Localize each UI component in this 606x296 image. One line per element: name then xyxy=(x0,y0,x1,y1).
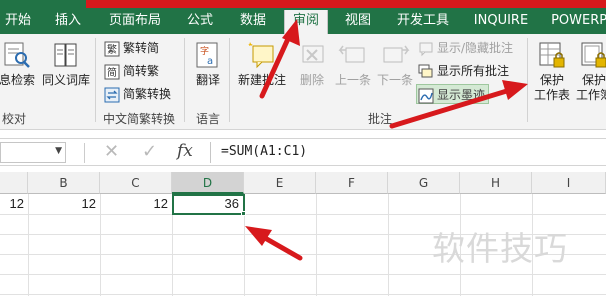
tab-developer[interactable]: 开发工具 xyxy=(392,10,454,34)
conversion-label: 简繁转换 xyxy=(123,87,172,101)
show-hide-comment-label: 显示/隐藏批注 xyxy=(437,41,514,55)
ribbon-tab-bar: 开始 插入 页面布局 公式 数据 审阅 视图 开发工具 INQUIRE POWE… xyxy=(0,0,606,34)
show-ink-button[interactable]: 显示墨迹 xyxy=(416,84,490,104)
ribbon-review: 息检索 同义词库 校对 繁 繁转简 简 简转繁 简繁转换 中文简繁转换 字 a … xyxy=(0,34,606,130)
translate-button[interactable]: 字 a 翻译 xyxy=(190,40,226,88)
previous-comment-icon xyxy=(338,45,365,63)
cell-a1[interactable]: 12 xyxy=(0,194,28,214)
next-comment-icon xyxy=(383,45,410,63)
protect-workbook-button[interactable]: 保护 工作簿 xyxy=(574,40,606,103)
research-icon xyxy=(4,42,30,68)
show-ink-label: 显示墨迹 xyxy=(437,88,486,102)
group-divider xyxy=(184,38,185,122)
column-header-i[interactable]: I xyxy=(532,172,606,194)
delete-comment-button[interactable]: 删除 xyxy=(294,40,330,88)
protect-sheet-icon xyxy=(539,42,565,68)
translate-icon: 字 a xyxy=(196,42,218,68)
show-all-comments-icon xyxy=(418,64,433,77)
protect-sheet-label-line1: 保护 xyxy=(539,73,564,87)
protect-sheet-button[interactable]: 保护 工作表 xyxy=(532,40,572,103)
previous-comment-label: 上一条 xyxy=(334,73,371,87)
column-header-a[interactable] xyxy=(0,172,28,194)
traditional-to-simplified-button[interactable]: 繁 繁转简 xyxy=(104,38,159,58)
thesaurus-button[interactable]: 同义词库 xyxy=(40,40,92,88)
research-button[interactable]: 息检索 xyxy=(0,40,40,88)
grid-line xyxy=(0,274,606,275)
confirm-icon[interactable]: ✓ xyxy=(142,141,157,162)
red-highlight-band xyxy=(86,0,606,8)
column-header-f[interactable]: F xyxy=(316,172,388,194)
svg-text:a: a xyxy=(207,56,213,67)
column-header-b[interactable]: B xyxy=(28,172,100,194)
formula-input[interactable]: =SUM(A1:C1) xyxy=(210,142,606,163)
tab-formulas[interactable]: 公式 xyxy=(180,10,220,34)
tab-page-layout[interactable]: 页面布局 xyxy=(102,10,168,34)
tab-data[interactable]: 数据 xyxy=(232,10,274,34)
protect-workbook-label-line2: 工作簿 xyxy=(575,88,606,102)
research-label: 息检索 xyxy=(0,73,35,87)
protect-workbook-label-line1: 保护 xyxy=(581,73,606,87)
tab-review[interactable]: 审阅 xyxy=(284,10,328,34)
grid-line xyxy=(316,194,317,296)
group-divider xyxy=(95,38,96,122)
tab-inquire[interactable]: INQUIRE xyxy=(470,10,532,34)
delete-comment-label: 删除 xyxy=(299,73,324,87)
show-ink-icon xyxy=(418,88,434,103)
cell-c1[interactable]: 12 xyxy=(100,194,172,214)
thesaurus-icon xyxy=(54,43,77,67)
show-all-comments-label: 显示所有批注 xyxy=(437,64,510,78)
protect-sheet-label-line2: 工作表 xyxy=(533,88,570,102)
column-header-c[interactable]: C xyxy=(100,172,172,194)
grid-line xyxy=(0,294,606,295)
svg-text:简: 简 xyxy=(107,66,117,79)
trad-to-simp-label: 繁转简 xyxy=(123,41,160,55)
group-divider xyxy=(527,38,528,122)
group-label-chinese: 中文简繁转换 xyxy=(102,112,175,126)
fill-handle[interactable] xyxy=(241,211,246,216)
formula-bar-divider xyxy=(84,143,85,163)
trad-to-simp-icon: 繁 xyxy=(104,41,120,56)
delete-comment-icon xyxy=(302,45,324,63)
grid-line xyxy=(388,194,389,296)
column-header-h[interactable]: H xyxy=(460,172,532,194)
group-label-language: 语言 xyxy=(195,112,220,126)
show-hide-comment-button[interactable]: 显示/隐藏批注 xyxy=(418,38,513,58)
cell-b1[interactable]: 12 xyxy=(28,194,100,214)
group-label-proofing: 校对 xyxy=(1,112,26,126)
cancel-icon[interactable]: ✕ xyxy=(104,141,119,162)
next-comment-label: 下一条 xyxy=(376,73,413,87)
tab-home[interactable]: 开始 xyxy=(0,10,36,34)
previous-comment-button[interactable]: 上一条 xyxy=(332,40,374,88)
watermark-text: 软件技巧 xyxy=(432,229,568,268)
translate-label: 翻译 xyxy=(195,73,220,87)
protect-workbook-icon xyxy=(581,42,606,68)
chevron-down-icon[interactable]: ▼ xyxy=(55,146,62,156)
name-box[interactable]: ▼ xyxy=(0,142,66,163)
insert-function-icon[interactable]: fx xyxy=(177,141,193,161)
tab-insert[interactable]: 插入 xyxy=(48,10,88,34)
conversion-icon xyxy=(104,87,120,102)
thesaurus-label: 同义词库 xyxy=(41,73,90,87)
group-divider xyxy=(229,38,230,122)
column-header-e[interactable]: E xyxy=(244,172,316,194)
show-hide-comment-icon xyxy=(419,42,433,56)
tab-powerpivot[interactable]: POWERPI xyxy=(548,10,606,34)
simplified-to-traditional-button[interactable]: 简 简转繁 xyxy=(104,61,159,81)
group-label-comments: 批注 xyxy=(367,112,392,126)
column-header-d[interactable]: D xyxy=(172,172,244,194)
new-comment-label: 新建批注 xyxy=(237,73,286,87)
column-header-g[interactable]: G xyxy=(388,172,460,194)
cell-d1-selected[interactable]: 36 xyxy=(172,194,245,215)
next-comment-button[interactable]: 下一条 xyxy=(374,40,416,88)
tab-view[interactable]: 视图 xyxy=(340,10,376,34)
chinese-conversion-button[interactable]: 简繁转换 xyxy=(104,84,171,104)
new-comment-button[interactable]: 新建批注 xyxy=(236,40,288,88)
formula-bar: ▼ ✕ ✓ fx =SUM(A1:C1) xyxy=(0,138,606,166)
simp-to-trad-label: 简转繁 xyxy=(123,64,160,78)
svg-text:繁: 繁 xyxy=(107,43,117,56)
grid-line xyxy=(0,214,606,215)
show-all-comments-button[interactable]: 显示所有批注 xyxy=(418,61,509,81)
simp-to-trad-icon: 简 xyxy=(104,64,120,79)
new-comment-icon xyxy=(248,42,274,69)
